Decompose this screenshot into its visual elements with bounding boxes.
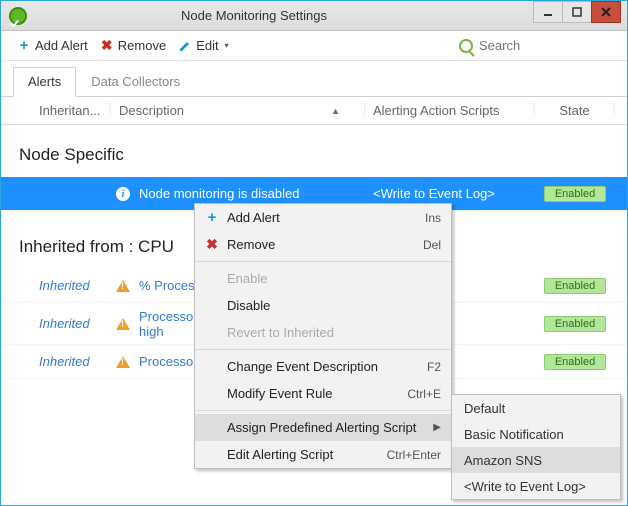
minimize-icon [543,7,553,17]
search-input[interactable] [477,37,617,54]
ctx-modify-rule-shortcut: Ctrl+E [407,387,441,401]
inherited-label: Inherited [31,354,111,369]
inherited-label: Inherited [31,278,111,293]
ctx-revert: Revert to Inherited [195,319,451,346]
add-alert-label: Add Alert [35,38,88,53]
ctx-enable-label: Enable [223,271,441,286]
ctx-assign-script-label: Assign Predefined Alerting Script [223,420,433,435]
close-button[interactable] [591,1,621,23]
ctx-add-alert-label: Add Alert [223,210,425,225]
add-alert-button[interactable]: + Add Alert [11,35,94,56]
node-row-description: Node monitoring is disabled [135,186,365,201]
context-menu: + Add Alert Ins ✖ Remove Del Enable Disa… [194,203,452,469]
window: Node Monitoring Settings + Add Alert ✖ R… [0,0,628,506]
ctx-assign-script[interactable]: Assign Predefined Alerting Script ▶ [195,414,451,441]
col-alerting-scripts[interactable]: Alerting Action Scripts [365,103,535,118]
close-icon [601,7,611,17]
ctx-edit-script-label: Edit Alerting Script [223,447,387,462]
maximize-button[interactable] [562,1,592,23]
sort-asc-icon: ▲ [331,106,340,116]
submenu-amazon-sns[interactable]: Amazon SNS [452,447,620,473]
titlebar: Node Monitoring Settings [1,1,627,31]
toolbar: + Add Alert ✖ Remove Edit ▾ [1,31,627,61]
plus-icon: + [17,39,31,53]
tab-data-collectors[interactable]: Data Collectors [76,67,195,96]
warning-icon [116,280,130,292]
ctx-edit-script[interactable]: Edit Alerting Script Ctrl+Enter [195,441,451,468]
ctx-enable: Enable [195,265,451,292]
ctx-change-desc-shortcut: F2 [427,360,441,374]
state-badge: Enabled [544,316,606,332]
ctx-disable[interactable]: Disable [195,292,451,319]
maximize-icon [572,7,582,17]
submenu-write-event-log[interactable]: <Write to Event Log> [452,473,620,499]
ctx-change-desc-label: Change Event Description [223,359,427,374]
node-row-script: <Write to Event Log> [365,186,535,201]
col-description[interactable]: Description ▲ [111,103,365,118]
warning-icon [116,356,130,368]
col-description-label: Description [119,103,184,118]
section-node-specific: Node Specific [1,125,627,177]
app-icon [9,7,27,25]
col-state[interactable]: State [535,103,615,118]
submenu-basic-notification[interactable]: Basic Notification [452,421,620,447]
ctx-remove-label: Remove [223,237,423,252]
search-icon [459,39,473,53]
x-icon: ✖ [100,39,114,53]
minimize-button[interactable] [533,1,563,23]
info-icon: i [116,187,130,201]
col-inheritance[interactable]: Inheritan... [31,103,111,118]
warning-icon [116,318,130,330]
remove-label: Remove [118,38,166,53]
ctx-add-alert-shortcut: Ins [425,211,441,225]
pencil-icon [178,39,192,53]
separator [195,349,451,350]
ctx-add-alert[interactable]: + Add Alert Ins [195,204,451,231]
window-title: Node Monitoring Settings [0,8,533,23]
edit-label: Edit [196,38,218,53]
chevron-right-icon: ▶ [433,422,441,433]
plus-icon: + [201,209,223,226]
state-badge: Enabled [544,186,606,202]
tab-alerts[interactable]: Alerts [13,67,76,97]
state-badge: Enabled [544,278,606,294]
ctx-modify-rule-label: Modify Event Rule [223,386,407,401]
edit-button[interactable]: Edit ▾ [172,35,234,56]
ctx-edit-script-shortcut: Ctrl+Enter [387,448,441,462]
separator [195,261,451,262]
tabs: Alerts Data Collectors [1,61,627,97]
ctx-revert-label: Revert to Inherited [223,325,441,340]
ctx-modify-rule[interactable]: Modify Event Rule Ctrl+E [195,380,451,407]
ctx-change-desc[interactable]: Change Event Description F2 [195,353,451,380]
ctx-remove[interactable]: ✖ Remove Del [195,231,451,258]
inherited-label: Inherited [31,316,111,331]
submenu-default[interactable]: Default [452,395,620,421]
ctx-disable-label: Disable [223,298,441,313]
submenu-assign-script: Default Basic Notification Amazon SNS <W… [451,394,621,500]
search-wrap [459,37,617,54]
x-icon: ✖ [201,236,223,253]
ctx-remove-shortcut: Del [423,238,441,252]
caret-down-icon: ▾ [225,41,229,50]
separator [195,410,451,411]
state-badge: Enabled [544,354,606,370]
remove-button[interactable]: ✖ Remove [94,35,172,56]
column-headers: Inheritan... Description ▲ Alerting Acti… [1,97,627,125]
